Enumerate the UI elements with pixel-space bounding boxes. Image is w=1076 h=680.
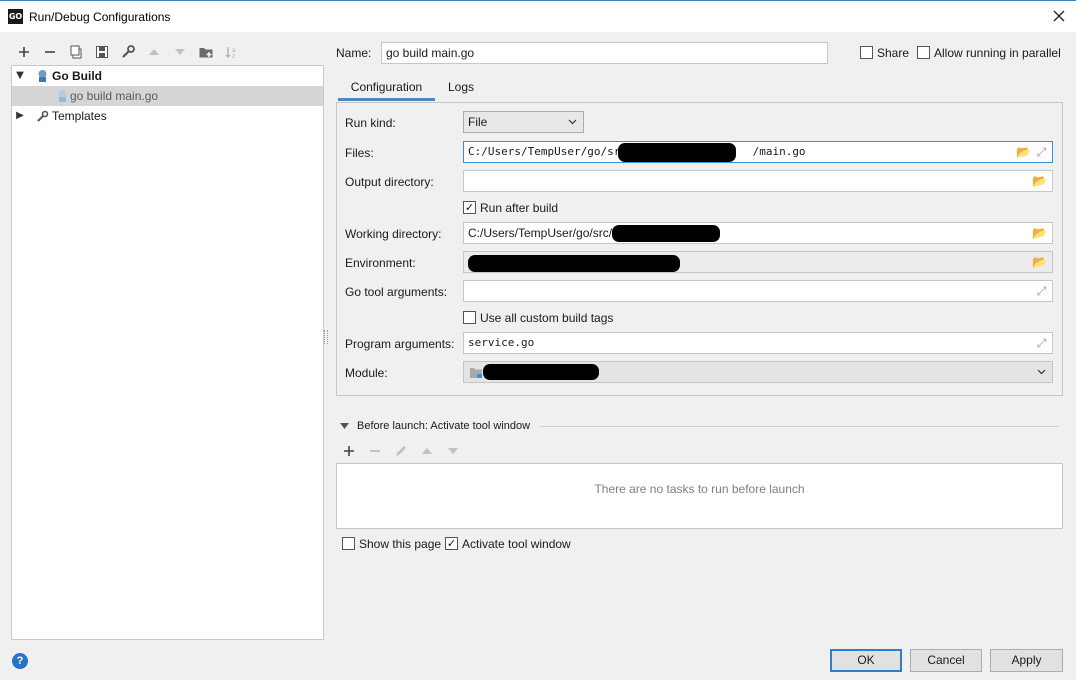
window-title: Run/Debug Configurations	[29, 10, 171, 24]
files-path-prefix: C:/Users/TempUser/go/src/	[468, 145, 634, 158]
redaction-mark	[612, 225, 720, 242]
tree-item-label: go build main.go	[70, 89, 159, 103]
share-checkbox[interactable]	[860, 46, 873, 59]
name-input[interactable]: go build main.go	[381, 42, 828, 64]
expand-icon[interactable]: ⤢	[1034, 284, 1049, 298]
go-tool-arguments-input[interactable]	[463, 280, 1053, 302]
chevron-right-icon[interactable]: ▶	[14, 106, 26, 126]
folder-add-icon[interactable]	[198, 44, 214, 60]
arrow-up-icon[interactable]	[146, 44, 162, 60]
chevron-down-icon	[568, 119, 577, 125]
redaction-mark	[483, 364, 599, 380]
run-after-build-label: Run after build	[480, 201, 559, 215]
empty-tasks-message: There are no tasks to run before launch	[594, 482, 805, 496]
share-label: Share	[877, 46, 910, 60]
panel-splitter[interactable]	[324, 330, 328, 344]
allow-parallel-label: Allow running in parallel	[934, 46, 1061, 60]
tab-configuration[interactable]: Configuration	[338, 73, 435, 101]
allow-parallel-checkbox[interactable]	[917, 46, 930, 59]
files-label: Files:	[345, 146, 374, 160]
activate-tool-window-checkbox[interactable]: ✓	[445, 537, 458, 550]
run-kind-select[interactable]: File	[463, 111, 584, 133]
before-launch-title: Before launch: Activate tool window	[357, 420, 531, 432]
tab-logs[interactable]: Logs	[440, 73, 482, 101]
folder-icon[interactable]: 📂	[1032, 226, 1047, 240]
save-icon[interactable]	[94, 44, 110, 60]
working-directory-input[interactable]: C:/Users/TempUser/go/src/	[463, 222, 1053, 244]
files-input[interactable]: C:/Users/TempUser/go/src/ /main.go 📂 ⤢	[463, 141, 1053, 163]
redaction-mark	[618, 143, 736, 162]
working-directory-label: Working directory:	[345, 227, 442, 241]
configuration-tree: ▼ Go Build go build main.go ▶ Templates	[11, 65, 324, 640]
tree-item-label: Go Build	[52, 69, 102, 83]
sort-icon[interactable]: az	[224, 44, 240, 60]
tree-item-go-build[interactable]: ▼ Go Build	[12, 66, 323, 86]
goland-app-icon: GO	[8, 9, 23, 24]
edit-pencil-icon[interactable]	[393, 443, 409, 459]
show-page-checkbox[interactable]	[342, 537, 355, 550]
cancel-button[interactable]: Cancel	[910, 649, 982, 672]
ok-button[interactable]: OK	[830, 649, 902, 672]
folder-icon[interactable]: 📂	[1032, 255, 1047, 269]
tree-item-go-build-main[interactable]: go build main.go	[12, 86, 323, 106]
help-icon[interactable]: ?	[12, 653, 28, 669]
arrow-down-icon[interactable]	[445, 443, 461, 459]
tree-item-templates[interactable]: ▶ Templates	[12, 106, 323, 126]
arrow-up-icon[interactable]	[419, 443, 435, 459]
svg-text:z: z	[232, 53, 235, 60]
files-path-suffix: /main.go	[752, 145, 806, 158]
folder-icon[interactable]: 📂	[1016, 145, 1031, 159]
go-tool-arguments-label: Go tool arguments:	[345, 285, 448, 299]
go-build-icon	[58, 90, 67, 102]
activate-tool-window-label: Activate tool window	[462, 537, 571, 551]
custom-build-tags-label: Use all custom build tags	[480, 311, 614, 325]
program-arguments-label: Program arguments:	[345, 337, 455, 351]
run-after-build-checkbox[interactable]: ✓	[463, 201, 476, 214]
module-folder-icon	[470, 368, 482, 378]
title-bar: GO Run/Debug Configurations	[0, 0, 1076, 32]
section-divider	[540, 426, 1059, 427]
plus-icon[interactable]	[16, 44, 32, 60]
chevron-down-icon[interactable]: ▼	[14, 66, 26, 86]
redaction-mark	[468, 255, 680, 272]
close-icon[interactable]	[1050, 7, 1068, 25]
program-arguments-input[interactable]: service.go	[463, 332, 1053, 354]
module-label: Module:	[345, 366, 388, 380]
folder-icon[interactable]: 📂	[1032, 174, 1047, 188]
environment-label: Environment:	[345, 256, 416, 270]
tree-item-label: Templates	[52, 109, 107, 123]
chevron-down-icon	[1037, 369, 1046, 375]
name-label: Name:	[336, 46, 372, 60]
apply-button[interactable]: Apply	[990, 649, 1063, 672]
wrench-icon[interactable]	[120, 44, 136, 60]
expand-icon[interactable]: ⤢	[1034, 145, 1049, 159]
output-directory-input[interactable]	[463, 170, 1053, 192]
minus-icon[interactable]	[42, 44, 58, 60]
custom-build-tags-checkbox[interactable]	[463, 311, 476, 324]
before-launch-task-list: There are no tasks to run before launch	[336, 463, 1063, 529]
show-page-label: Show this page	[359, 537, 442, 551]
expand-icon[interactable]: ⤢	[1034, 336, 1049, 350]
arrow-down-icon[interactable]	[172, 44, 188, 60]
copy-icon[interactable]	[68, 44, 84, 60]
wrench-icon	[37, 110, 49, 122]
output-directory-label: Output directory:	[345, 175, 434, 189]
minus-icon[interactable]	[367, 443, 383, 459]
plus-icon[interactable]	[341, 443, 357, 459]
collapse-triangle-icon[interactable]	[340, 423, 349, 430]
run-kind-value: File	[468, 115, 488, 129]
run-kind-label: Run kind:	[345, 116, 396, 130]
go-build-icon	[38, 70, 47, 82]
